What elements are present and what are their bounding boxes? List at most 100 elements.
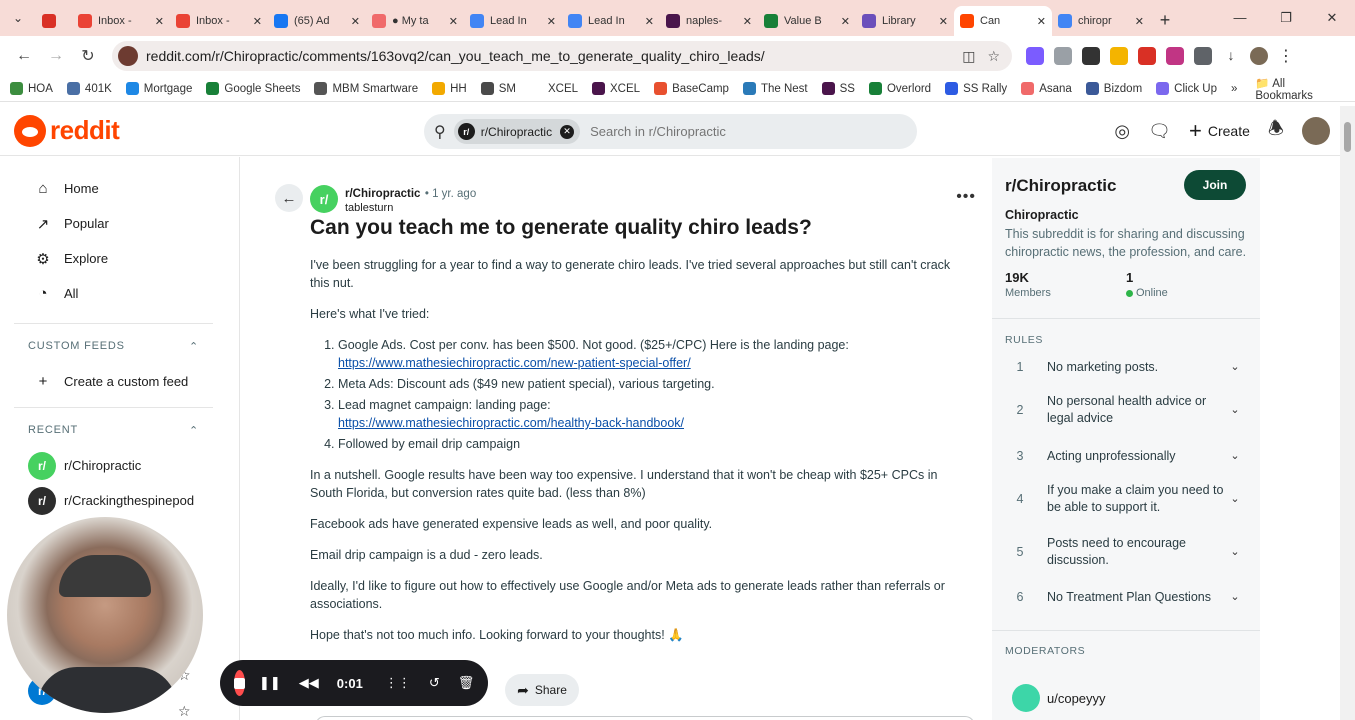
bookmark-item[interactable]: SS Rally xyxy=(945,82,1007,95)
bookmark-item[interactable]: Bizdom xyxy=(1085,82,1142,95)
advertise-icon[interactable]: ◎ xyxy=(1114,121,1130,142)
custom-feeds-header[interactable]: CUSTOM FEEDS ⌃ xyxy=(0,328,239,364)
community-title[interactable]: r/Chiropractic xyxy=(1005,176,1116,196)
bookmark-item[interactable]: 401K xyxy=(66,82,112,95)
all-bookmarks[interactable]: 📁 All Bookmarks xyxy=(1255,76,1345,102)
recent-header[interactable]: RECENT ⌃ xyxy=(0,412,239,448)
moderator-item[interactable]: u/copeyyy xyxy=(1012,684,1106,712)
browser-tab[interactable]: Library ✕ xyxy=(856,6,954,36)
webcam-overlay[interactable] xyxy=(7,517,203,713)
extension-icon[interactable] xyxy=(1166,47,1184,65)
rule-item[interactable]: 4 If you make a claim you need to be able… xyxy=(1005,479,1245,519)
browser-tab[interactable]: Can ✕ xyxy=(954,6,1052,36)
bookmark-item[interactable]: Click Up xyxy=(1156,82,1217,95)
create-button[interactable]: + Create xyxy=(1189,118,1250,144)
browser-tab[interactable]: ✕ xyxy=(36,6,72,36)
search-input[interactable] xyxy=(590,124,891,139)
recent-community[interactable]: r/r/Crackingthespinepod xyxy=(0,483,239,518)
tab-close-icon[interactable]: ✕ xyxy=(1135,15,1144,28)
browser-tab[interactable]: Lead In ✕ xyxy=(562,6,660,36)
back-icon[interactable]: ← xyxy=(8,47,40,65)
reload-icon[interactable]: ↻ xyxy=(72,46,104,66)
bookmark-item[interactable]: Mortgage xyxy=(125,82,192,95)
share-button[interactable]: ➦ Share xyxy=(505,674,579,706)
tab-close-icon[interactable]: ✕ xyxy=(253,15,262,28)
browser-tab[interactable]: ● My ta ✕ xyxy=(366,6,464,36)
eyedropper-icon[interactable] xyxy=(1082,47,1100,65)
stop-recording-button[interactable] xyxy=(234,670,245,696)
tab-close-icon[interactable]: ✕ xyxy=(155,15,164,28)
new-tab-button[interactable]: + xyxy=(1150,10,1180,31)
youtube-icon[interactable] xyxy=(1138,47,1156,65)
sidebar-item-popular[interactable]: ↗ Popular xyxy=(0,206,239,241)
rule-item[interactable]: 3 Acting unprofessionally ⌄ xyxy=(1005,443,1245,469)
more-bookmarks-icon[interactable]: » xyxy=(1231,83,1237,95)
subreddit-avatar[interactable]: r/ xyxy=(310,185,338,213)
download-icon[interactable]: ↓ xyxy=(1222,47,1240,65)
recent-community[interactable]: r/r/Chiropractic xyxy=(0,448,239,483)
profile-avatar[interactable] xyxy=(1250,47,1268,65)
grid-icon[interactable]: ⋮⋮ xyxy=(385,675,411,691)
notifications-bell-icon[interactable]: 🕭 xyxy=(1268,116,1284,146)
landing-page-link[interactable]: https://www.mathesiechiropractic.com/new… xyxy=(338,356,691,370)
sidebar-item-home[interactable]: ⌂ Home xyxy=(0,171,239,206)
sidebar-item-all[interactable]: ◔ All xyxy=(0,276,239,311)
minimize-icon[interactable]: — xyxy=(1217,10,1263,26)
chat-icon[interactable]: 🗨 xyxy=(1148,121,1171,142)
post-author[interactable]: tablesturn xyxy=(345,202,476,214)
tab-close-icon[interactable]: ✕ xyxy=(645,15,654,28)
trash-icon[interactable]: 🗑 xyxy=(458,675,475,691)
handbook-link[interactable]: https://www.mathesiechiropractic.com/hea… xyxy=(338,416,684,430)
site-info-icon[interactable] xyxy=(118,46,138,66)
more-options-icon[interactable]: ••• xyxy=(956,188,976,206)
reddit-logo[interactable]: reddit xyxy=(14,114,120,147)
search-bar[interactable]: ⚲ r/ r/Chiropractic ✕ xyxy=(424,114,917,149)
sidebar-item-explore[interactable]: ⚙ Explore xyxy=(0,241,239,276)
clear-scope-icon[interactable]: ✕ xyxy=(560,124,575,139)
page-scrollbar[interactable] xyxy=(1340,106,1355,720)
bookmark-item[interactable]: SM xyxy=(480,82,516,95)
restart-icon[interactable]: ↺ xyxy=(429,675,440,691)
rewind-icon[interactable]: ◀◀ xyxy=(299,675,319,691)
join-button[interactable]: Join xyxy=(1184,170,1246,200)
bookmark-item[interactable]: BaseCamp xyxy=(654,82,729,95)
tab-close-icon[interactable]: ✕ xyxy=(939,15,948,28)
restore-icon[interactable]: ❐ xyxy=(1263,10,1309,26)
bookmark-item[interactable]: Asana xyxy=(1021,82,1072,95)
tab-search-icon[interactable]: ⌄ xyxy=(0,0,36,36)
browser-tab[interactable]: Value B ✕ xyxy=(758,6,856,36)
bookmark-item[interactable]: Overlord xyxy=(868,82,931,95)
scrollbar-thumb[interactable] xyxy=(1344,122,1351,152)
rule-item[interactable]: 6 No Treatment Plan Questions ⌄ xyxy=(1005,584,1245,610)
tab-close-icon[interactable]: ✕ xyxy=(351,15,360,28)
tab-close-icon[interactable]: ✕ xyxy=(743,15,752,28)
extension-icon[interactable] xyxy=(1110,47,1128,65)
forward-icon[interactable]: → xyxy=(40,47,72,65)
extension-icon[interactable] xyxy=(1026,47,1044,65)
pause-icon[interactable]: ❚❚ xyxy=(259,675,281,691)
rule-item[interactable]: 1 No marketing posts. ⌄ xyxy=(1005,354,1245,380)
bookmark-item[interactable]: HH xyxy=(432,82,467,95)
bookmark-item[interactable]: MBM Smartware xyxy=(314,82,418,95)
puzzle-icon[interactable] xyxy=(1194,47,1212,65)
extension-icon[interactable] xyxy=(1054,47,1072,65)
menu-kebab-icon[interactable]: ⋮ xyxy=(1278,46,1294,66)
browser-tab[interactable]: (65) Ad ✕ xyxy=(268,6,366,36)
bookmark-item[interactable]: The Nest xyxy=(742,82,808,95)
create-custom-feed[interactable]: + Create a custom feed xyxy=(0,364,239,399)
bookmark-item[interactable]: XCEL xyxy=(529,82,578,95)
install-app-icon[interactable]: ◫ xyxy=(962,48,975,65)
tab-close-icon[interactable]: ✕ xyxy=(547,15,556,28)
favorite-star-icon[interactable]: ☆ xyxy=(178,703,191,720)
tab-close-icon[interactable]: ✕ xyxy=(1037,15,1046,28)
bookmark-item[interactable]: SS xyxy=(821,82,855,95)
bookmark-star-icon[interactable]: ☆ xyxy=(987,48,1000,65)
rule-item[interactable]: 2 No personal health advice or legal advi… xyxy=(1005,390,1245,430)
url-bar[interactable]: reddit.com/r/Chiropractic/comments/163ov… xyxy=(112,41,1012,71)
back-arrow-icon[interactable]: ← xyxy=(275,184,303,212)
close-window-icon[interactable]: ✕ xyxy=(1309,10,1355,26)
tab-close-icon[interactable]: ✕ xyxy=(841,15,850,28)
browser-tab[interactable]: naples- ✕ xyxy=(660,6,758,36)
tab-close-icon[interactable]: ✕ xyxy=(449,15,458,28)
bookmark-item[interactable]: XCEL xyxy=(592,82,640,95)
